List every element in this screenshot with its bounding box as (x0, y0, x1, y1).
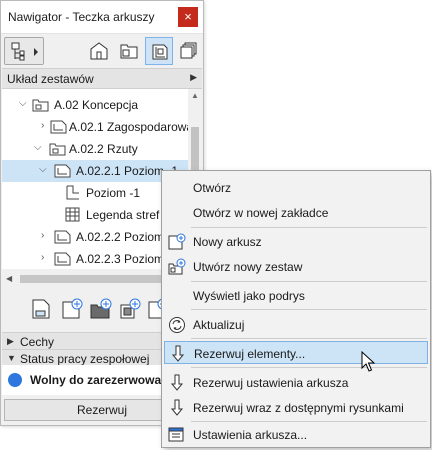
view-set-dropdown[interactable]: Układ zestawów ▶ (2, 68, 202, 89)
menu-separator (191, 227, 427, 228)
scroll-left-icon[interactable]: ◀ (6, 274, 12, 283)
menu-item-new-subset[interactable]: Utwórz nowy zestaw (164, 255, 428, 278)
chevron-right-icon[interactable]: › (41, 120, 44, 131)
menu-item-open[interactable]: Otwórz (164, 176, 428, 199)
save-view-icon[interactable] (29, 297, 53, 321)
scroll-up-icon[interactable]: ▲ (191, 91, 199, 100)
tree-row[interactable]: ⌵ A.02 Koncepcja (2, 94, 188, 116)
chevron-down-icon[interactable]: ⌵ (19, 98, 27, 109)
menu-separator (191, 281, 427, 282)
menu-item-new-layout[interactable]: Nowy arkusz (164, 230, 428, 253)
layout-book-button[interactable] (145, 37, 173, 65)
menu-item-update[interactable]: Aktualizuj (164, 313, 428, 336)
project-map-icon (11, 42, 38, 61)
status-dot-icon (8, 373, 22, 387)
layout-book-icon (152, 44, 168, 60)
tree-item-label: Poziom -1 (86, 186, 141, 200)
project-map-button[interactable] (4, 37, 44, 65)
menu-item-label: Aktualizuj (193, 318, 245, 332)
chevron-right-icon[interactable]: › (41, 252, 44, 263)
subset-folder-icon (32, 99, 49, 112)
layout-icon (54, 252, 71, 266)
chevron-right-icon: ▶ (190, 72, 197, 82)
new-layout-icon (168, 233, 186, 250)
menu-separator (191, 367, 427, 368)
tree-item-label: A.02.2 Rzuty (69, 142, 138, 156)
layout-icon (54, 230, 71, 244)
reserve-arrow-icon (170, 374, 184, 391)
layout-settings-icon (168, 427, 184, 442)
tree-item-label: A.02 Koncepcja (54, 98, 139, 112)
mouse-cursor-icon (361, 351, 375, 372)
menu-item-label: Otwórz (193, 181, 232, 195)
new-subset-icon[interactable] (89, 297, 113, 321)
menu-separator (191, 421, 427, 422)
section-title: Cechy (20, 335, 55, 349)
publisher-sets-button[interactable] (175, 37, 203, 65)
chevron-right-icon: ▶ (7, 336, 14, 346)
section-title: Status pracy zespołowej (20, 352, 150, 366)
menu-item-label: Utwórz nowy zestaw (193, 260, 303, 274)
menu-item-label: Otwórz w nowej zakładce (193, 206, 329, 220)
close-button[interactable]: × (178, 7, 198, 27)
tree-item-label: Legenda stref (86, 208, 160, 222)
menu-item-label: Nowy arkusz (193, 235, 262, 249)
menu-item-open-new-tab[interactable]: Otwórz w nowej zakładce (164, 201, 428, 224)
tree-item-label: A.02.2.3 Poziom 1 (76, 252, 175, 266)
navigator-toolbar (1, 34, 203, 68)
reserve-arrow-icon (170, 399, 184, 416)
view-map-icon (90, 42, 108, 60)
new-layout-icon[interactable] (60, 297, 84, 321)
tree-item-label: A.02.1 Zagospodarowar (69, 120, 188, 134)
publisher-sets-icon (180, 42, 197, 59)
layout-icon (50, 120, 67, 134)
subset-folder-icon (49, 143, 66, 156)
menu-separator (191, 309, 427, 310)
chevron-down-icon[interactable]: ⌵ (39, 164, 47, 175)
new-subset-icon (168, 258, 186, 275)
status-text: Wolny do zarezerwowania (30, 373, 179, 387)
menu-item-reserve-layout-settings[interactable]: Rezerwuj ustawienia arkusza (164, 371, 428, 394)
new-master-layout-icon[interactable] (118, 297, 142, 321)
schedule-icon (65, 207, 80, 222)
chevron-right-icon[interactable]: › (41, 230, 44, 241)
dropdown-label: Układ zestawów (7, 72, 94, 86)
tree-row[interactable]: ⌵ A.02.2 Rzuty (2, 138, 188, 160)
menu-item-label: Rezerwuj elementy... (194, 347, 306, 361)
tree-item-label: A.02.2.2 Poziom 0 (76, 230, 175, 244)
view-map-button[interactable] (85, 37, 113, 65)
title-bar: Nawigator - Teczka arkuszy × (1, 1, 203, 34)
menu-item-reserve-with-drawings[interactable]: Rezerwuj wraz z dostępnymi rysunkami (164, 396, 428, 419)
update-icon (169, 317, 185, 333)
chevron-down-icon: ▼ (7, 353, 16, 363)
chevron-down-icon[interactable]: ⌵ (34, 142, 42, 153)
layout-icon (54, 164, 71, 178)
tree-row[interactable]: › A.02.1 Zagospodarowar (2, 116, 188, 138)
window-title: Nawigator - Teczka arkuszy (8, 10, 155, 24)
menu-item-label: Rezerwuj ustawienia arkusza (193, 376, 349, 390)
context-menu: Otwórz Otwórz w nowej zakładce Nowy arku… (161, 170, 431, 448)
menu-item-label: Ustawienia arkusza... (193, 428, 308, 442)
reserve-arrow-icon (171, 345, 185, 362)
menu-separator (191, 338, 427, 339)
menu-item-show-as-trace[interactable]: Wyświetl jako podrys (164, 284, 428, 307)
menu-item-label: Rezerwuj wraz z dostępnymi rysunkami (193, 401, 404, 415)
menu-item-reserve-elements[interactable]: Rezerwuj elementy... (164, 341, 428, 364)
scrollbar-thumb[interactable] (20, 275, 168, 283)
layout-book-button-alt[interactable] (115, 37, 143, 65)
layout-folder-icon (120, 44, 138, 59)
menu-item-layout-settings[interactable]: Ustawienia arkusza... (164, 423, 428, 446)
menu-item-label: Wyświetl jako podrys (193, 289, 305, 303)
drawing-icon (66, 185, 79, 200)
